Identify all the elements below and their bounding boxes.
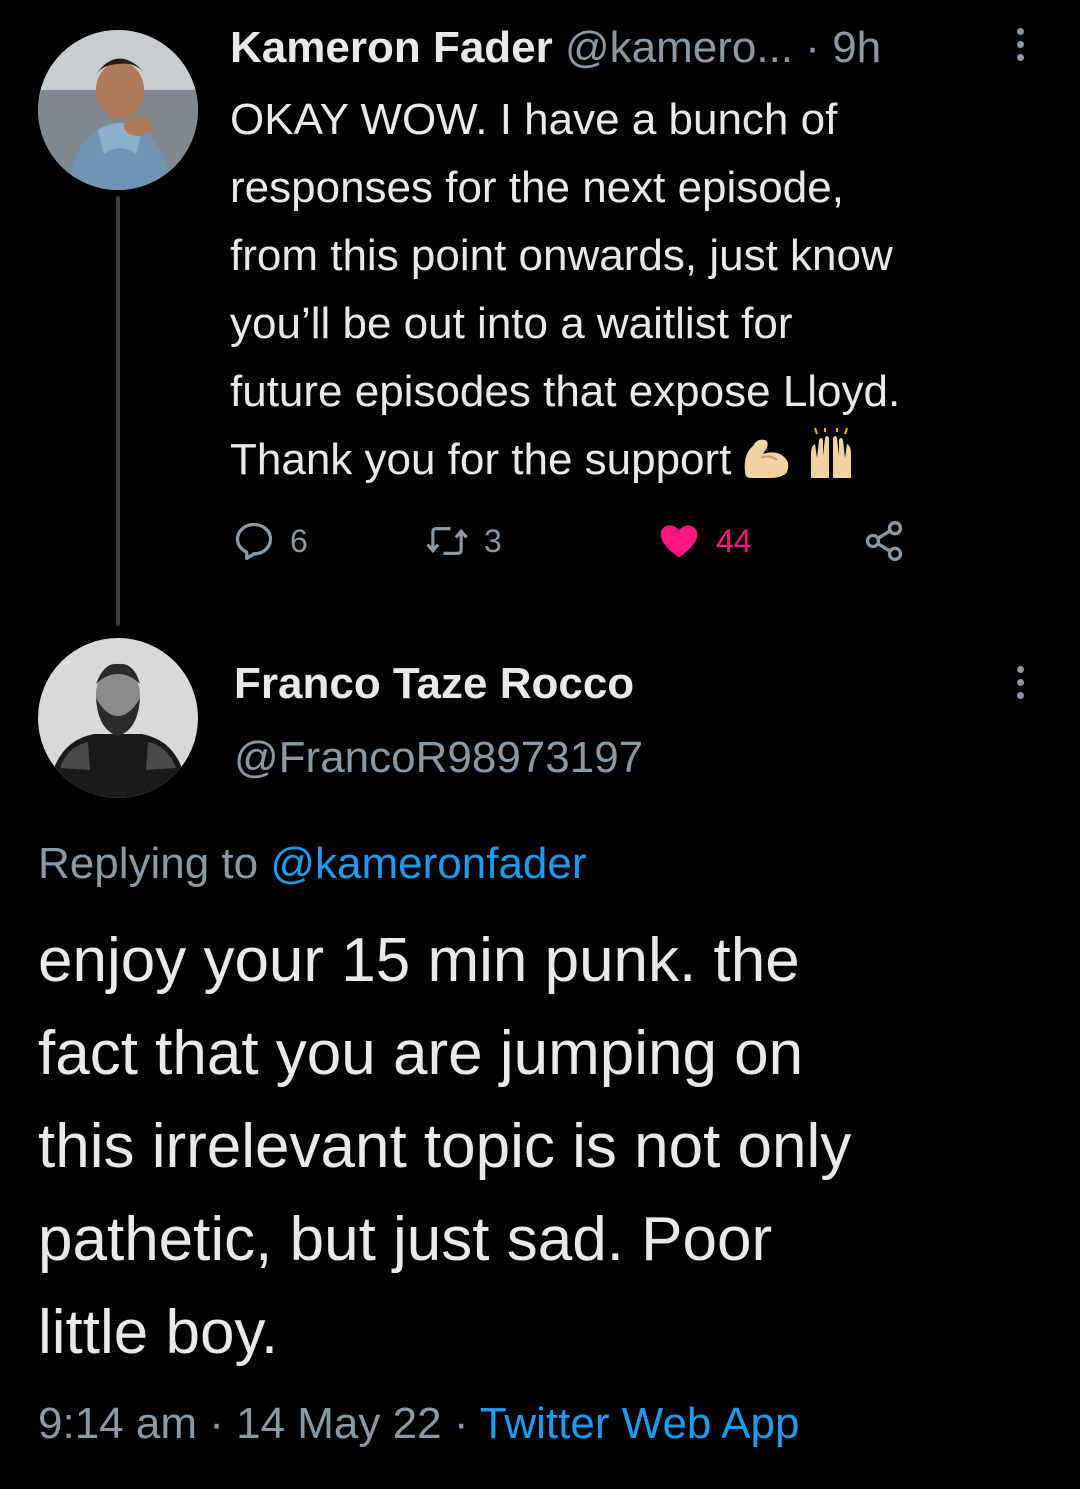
tweet2-author-handle[interactable]: @FrancoR98973197 <box>234 730 643 786</box>
reply-icon <box>232 519 290 563</box>
retweet-count: 3 <box>484 522 502 559</box>
tweet1-header: Kameron Fader @kamero... · 9h <box>230 22 1040 74</box>
flexed-biceps-icon <box>739 432 795 500</box>
tweet2-metadata: 9:14 am · 14 May 22 · Twitter Web App <box>38 1396 799 1452</box>
tweet1-action-bar: 6 3 44 <box>232 516 932 566</box>
franco-taze-rocco-avatar[interactable] <box>38 638 198 798</box>
tweet1-more-options-icon[interactable] <box>1010 28 1030 72</box>
reply-button[interactable]: 6 <box>232 516 308 566</box>
meta-separator-2: · <box>453 1399 469 1448</box>
tweet1-timestamp[interactable]: 9h <box>832 23 881 72</box>
tweet2-source-link[interactable]: Twitter Web App <box>480 1399 800 1448</box>
meta-separator-1: · <box>209 1399 224 1448</box>
retweet-icon <box>424 519 484 563</box>
thread-connector-line <box>116 196 120 626</box>
tweet1-separator: · <box>805 23 820 72</box>
like-count: 44 <box>716 522 752 559</box>
tweet2-time[interactable]: 9:14 am <box>38 1399 197 1448</box>
retweet-button[interactable]: 3 <box>424 516 502 566</box>
replying-to-line: Replying to @kameronfader <box>38 836 587 892</box>
tweet1-author-name[interactable]: Kameron Fader <box>230 23 553 72</box>
tweet1-text: OKAY WOW. I have a bunch of responses fo… <box>230 86 1050 500</box>
like-button[interactable]: 44 <box>656 516 752 566</box>
tweet2-text: enjoy your 15 min punk. the fact that yo… <box>38 926 852 1367</box>
share-button[interactable] <box>862 516 920 566</box>
tweet1-author-handle[interactable]: @kamero... <box>565 23 793 72</box>
tweet2-date[interactable]: 14 May 22 <box>236 1399 441 1448</box>
raising-hands-icon <box>803 426 859 500</box>
tweet2-more-options-icon[interactable] <box>1010 666 1030 710</box>
tweet2-author-name[interactable]: Franco Taze Rocco <box>234 656 634 712</box>
heart-filled-icon <box>656 519 716 563</box>
replying-to-label: Replying to <box>38 839 259 888</box>
share-icon <box>862 519 920 563</box>
tweet1-text-content: OKAY WOW. I have a bunch of responses fo… <box>230 95 901 484</box>
kameron-fader-avatar[interactable] <box>38 30 198 190</box>
replying-to-mention-link[interactable]: @kameronfader <box>270 839 586 888</box>
reply-count: 6 <box>290 522 308 559</box>
